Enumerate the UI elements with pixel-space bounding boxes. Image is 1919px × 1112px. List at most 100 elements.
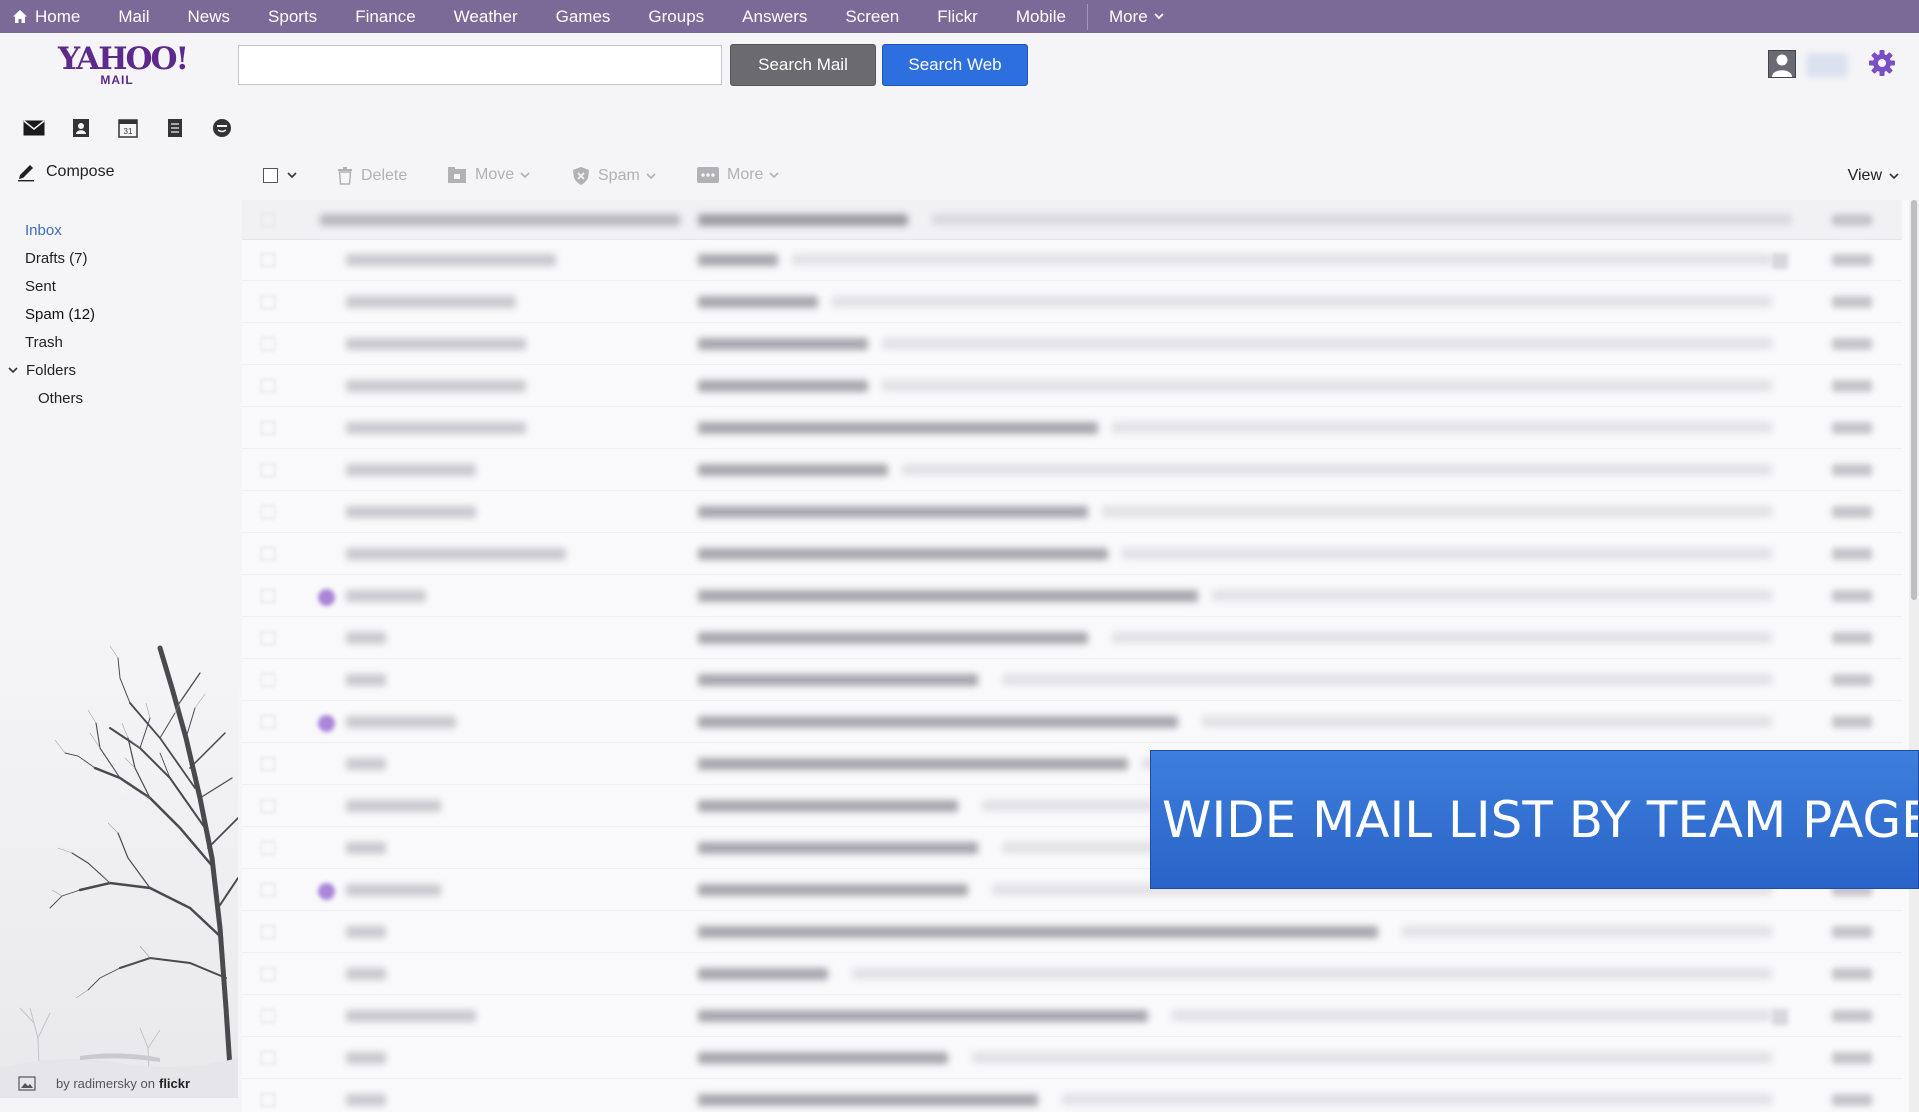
row-checkbox[interactable] xyxy=(261,883,275,897)
mail-row[interactable] xyxy=(242,450,1902,491)
blurred-subject xyxy=(698,548,1108,560)
mail-list-header-row xyxy=(242,200,1902,240)
row-checkbox[interactable] xyxy=(261,421,275,435)
row-checkbox[interactable] xyxy=(261,505,275,519)
folder-drafts[interactable]: Drafts (7) xyxy=(0,244,238,272)
row-checkbox[interactable] xyxy=(261,253,275,267)
blurred-sender xyxy=(346,296,516,308)
contacts-app[interactable] xyxy=(57,116,104,140)
mail-row[interactable] xyxy=(242,324,1902,365)
notepad-app[interactable] xyxy=(151,116,198,140)
nav-finance[interactable]: Finance xyxy=(336,0,434,33)
blurred-snippet xyxy=(882,380,1772,391)
mail-row[interactable] xyxy=(242,282,1902,323)
photo-credit[interactable]: by radimersky on flickr xyxy=(18,1076,190,1091)
folder-sent[interactable]: Sent xyxy=(0,272,238,300)
row-checkbox[interactable] xyxy=(261,589,275,603)
nav-games[interactable]: Games xyxy=(537,0,630,33)
row-checkbox[interactable] xyxy=(261,295,275,309)
calendar-app[interactable]: 31 xyxy=(104,116,151,140)
search-mail-button[interactable]: Search Mail xyxy=(730,44,876,86)
folder-others[interactable]: Others xyxy=(0,384,238,412)
nav-mail[interactable]: Mail xyxy=(99,0,168,33)
row-checkbox[interactable] xyxy=(261,1009,275,1023)
nav-mobile[interactable]: Mobile xyxy=(997,0,1085,33)
mail-row[interactable] xyxy=(242,660,1902,701)
nav-answers[interactable]: Answers xyxy=(723,0,826,33)
row-checkbox[interactable] xyxy=(261,715,275,729)
blurred-subject xyxy=(698,590,1198,602)
mail-row[interactable] xyxy=(242,996,1902,1037)
nav-home[interactable]: Home xyxy=(0,0,99,33)
compose-label: Compose xyxy=(46,163,115,180)
messenger-app[interactable] xyxy=(198,116,245,140)
move-button[interactable]: Move xyxy=(447,166,530,184)
row-checkbox[interactable] xyxy=(261,337,275,351)
folder-inbox[interactable]: Inbox xyxy=(0,216,238,244)
notepad-icon xyxy=(167,119,182,137)
search-web-button[interactable]: Search Web xyxy=(882,44,1028,86)
nav-groups[interactable]: Groups xyxy=(629,0,723,33)
row-checkbox[interactable] xyxy=(261,547,275,561)
row-checkbox[interactable] xyxy=(261,673,275,687)
row-checkbox[interactable] xyxy=(261,463,275,477)
delete-button[interactable]: Delete xyxy=(337,166,407,185)
header-checkbox[interactable] xyxy=(261,213,275,227)
mail-row[interactable] xyxy=(242,702,1902,743)
blurred-date xyxy=(1832,254,1872,266)
compose-button[interactable]: Compose xyxy=(16,162,114,182)
mail-row[interactable] xyxy=(242,618,1902,659)
row-checkbox[interactable] xyxy=(261,841,275,855)
blurred-date xyxy=(1832,1094,1872,1106)
search-input[interactable] xyxy=(238,45,722,85)
mail-row[interactable] xyxy=(242,912,1902,953)
view-menu-button[interactable]: View xyxy=(1848,167,1899,185)
blurred-sender xyxy=(346,968,386,980)
blurred-snippet xyxy=(1212,590,1772,601)
nav-sports[interactable]: Sports xyxy=(249,0,336,33)
image-icon xyxy=(18,1076,36,1091)
settings-gear-icon[interactable] xyxy=(1866,47,1898,79)
profile-name-blurred[interactable] xyxy=(1806,53,1848,77)
nav-weather[interactable]: Weather xyxy=(435,0,537,33)
mail-row[interactable] xyxy=(242,1038,1902,1079)
row-checkbox[interactable] xyxy=(261,1093,275,1107)
chevron-down-icon[interactable] xyxy=(287,172,297,179)
photo-source-flickr[interactable]: flickr xyxy=(159,1076,190,1091)
row-checkbox[interactable] xyxy=(261,925,275,939)
mail-row[interactable] xyxy=(242,534,1902,575)
nav-news[interactable]: News xyxy=(169,0,250,33)
blurred-header-subject xyxy=(698,214,908,226)
mail-row[interactable] xyxy=(242,492,1902,533)
mail-row[interactable] xyxy=(242,408,1902,449)
row-checkbox[interactable] xyxy=(261,757,275,771)
row-checkbox[interactable] xyxy=(261,379,275,393)
nav-screen[interactable]: Screen xyxy=(826,0,918,33)
folder-trash[interactable]: Trash xyxy=(0,328,238,356)
nav-more[interactable]: More xyxy=(1090,0,1183,33)
nav-flickr[interactable]: Flickr xyxy=(918,0,997,33)
move-label: Move xyxy=(475,166,515,183)
mail-row[interactable] xyxy=(242,576,1902,617)
folder-spam[interactable]: Spam (12) xyxy=(0,300,238,328)
blurred-subject xyxy=(698,884,968,896)
row-checkbox[interactable] xyxy=(261,799,275,813)
messenger-icon xyxy=(212,119,231,137)
mail-row[interactable] xyxy=(242,954,1902,995)
mail-app[interactable] xyxy=(10,116,57,140)
blurred-sender xyxy=(346,338,526,350)
folder-group-folders[interactable]: Folders xyxy=(0,356,238,384)
row-checkbox[interactable] xyxy=(261,1051,275,1065)
profile-avatar[interactable] xyxy=(1768,50,1796,78)
mail-row[interactable] xyxy=(242,366,1902,407)
checkbox[interactable] xyxy=(263,168,278,183)
spam-button[interactable]: Spam xyxy=(572,166,656,186)
mail-row[interactable] xyxy=(242,1080,1902,1112)
scrollbar-thumb[interactable] xyxy=(1911,200,1917,600)
row-checkbox[interactable] xyxy=(261,967,275,981)
yahoo-mail-logo[interactable]: YAHOO! MAIL xyxy=(58,43,189,95)
row-checkbox[interactable] xyxy=(261,631,275,645)
mail-row[interactable] xyxy=(242,240,1902,281)
select-all-checkbox[interactable] xyxy=(263,168,297,183)
more-actions-button[interactable]: More xyxy=(697,166,780,184)
